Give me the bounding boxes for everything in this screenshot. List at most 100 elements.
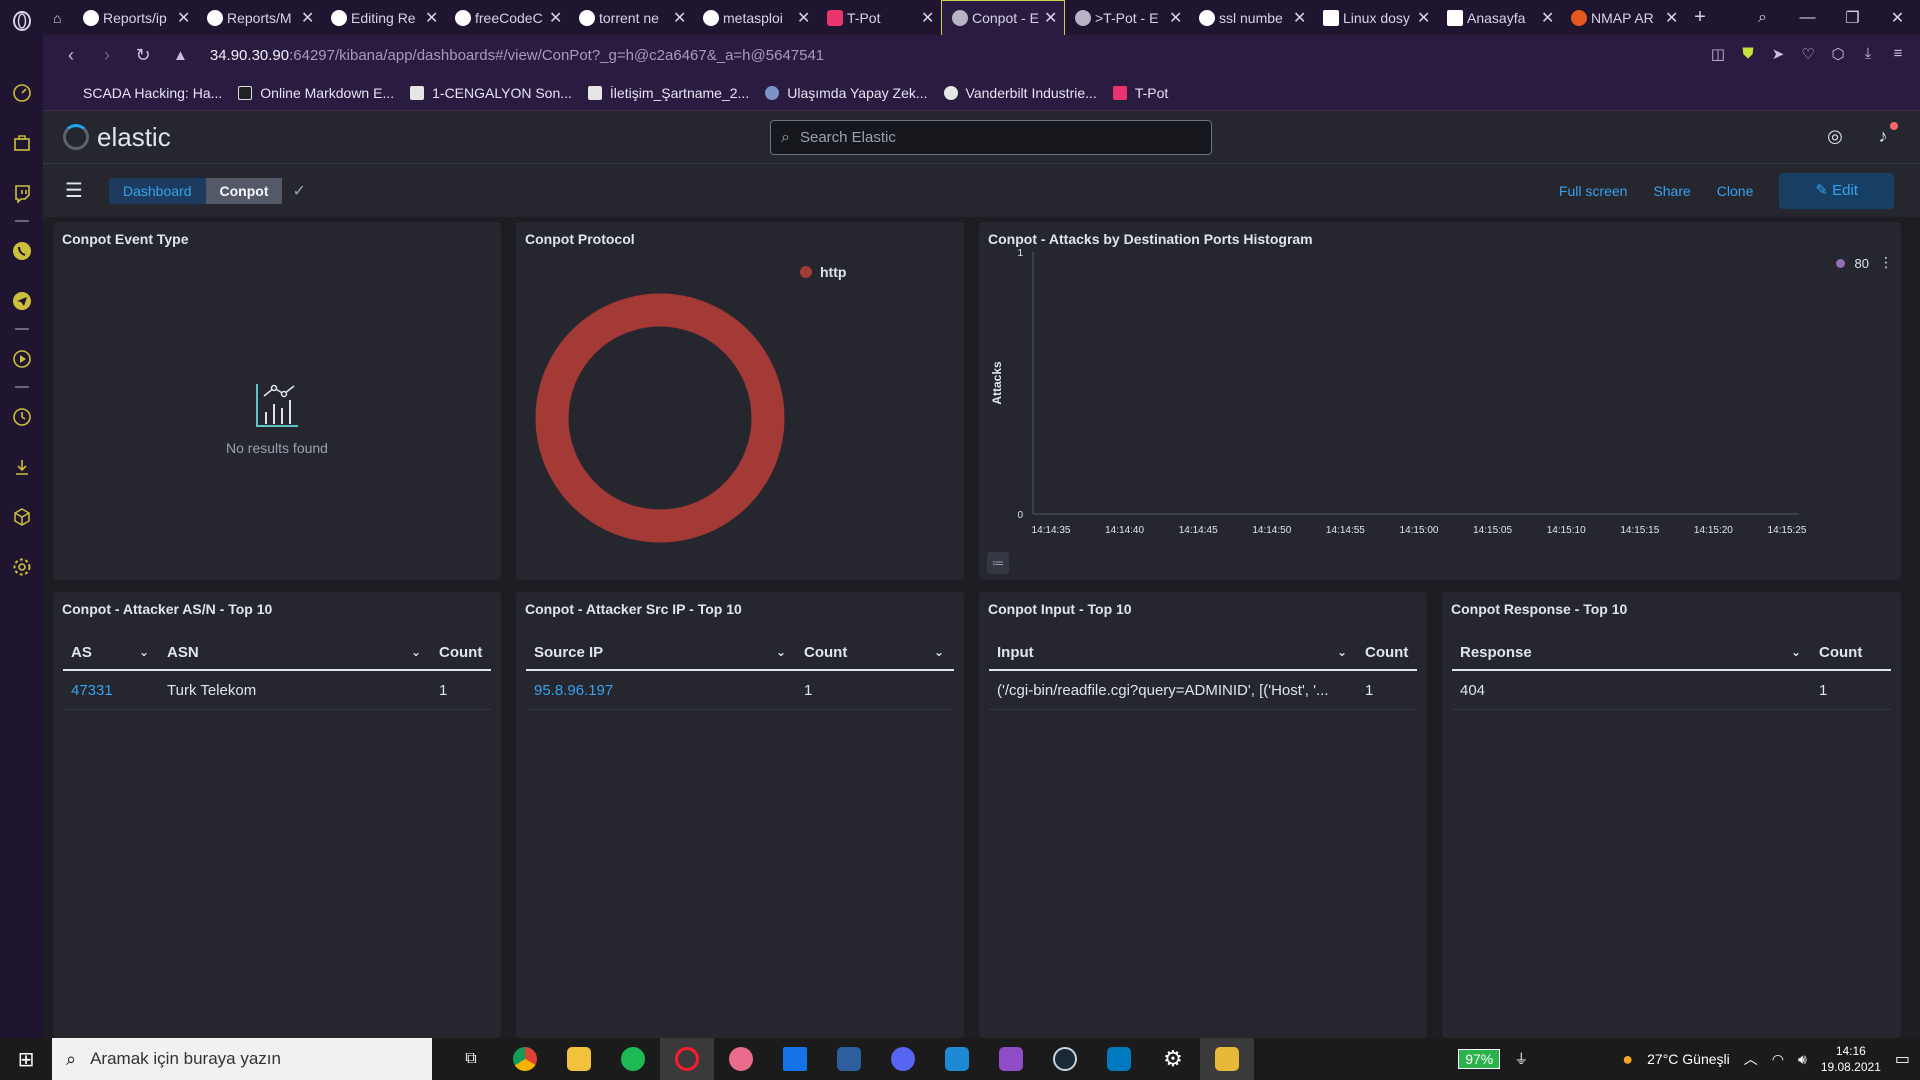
- close-icon[interactable]: ✕: [177, 8, 191, 28]
- workspaces-icon[interactable]: [11, 132, 33, 154]
- browser-tab[interactable]: ⌂: [43, 0, 73, 35]
- visual-studio-icon[interactable]: [984, 1038, 1038, 1080]
- column-header[interactable]: Count: [431, 644, 491, 661]
- hamburger-menu-icon[interactable]: ☰: [65, 178, 89, 203]
- extensions-icon[interactable]: [11, 506, 33, 528]
- pie-slice[interactable]: [535, 293, 785, 543]
- column-header[interactable]: Input ⌄: [989, 644, 1357, 661]
- chevron-down-icon[interactable]: ⌄: [776, 645, 786, 659]
- column-header[interactable]: Count: [1811, 644, 1891, 661]
- settings-icon[interactable]: ⚙: [1146, 1038, 1200, 1080]
- steam-icon[interactable]: [1038, 1038, 1092, 1080]
- browser-tab[interactable]: ssl numbe ✕: [1189, 0, 1313, 35]
- settings-gear-icon[interactable]: [11, 556, 33, 578]
- browser-tab[interactable]: Linux dosy ✕: [1313, 0, 1437, 35]
- chevron-up-icon[interactable]: ︿: [1744, 1049, 1758, 1069]
- close-icon[interactable]: ✕: [673, 8, 687, 28]
- trello-icon[interactable]: [1092, 1038, 1146, 1080]
- close-icon[interactable]: ✕: [301, 8, 315, 28]
- bookmark-item[interactable]: İletişim_Şartname_2...: [587, 85, 749, 101]
- taskbar-search-input[interactable]: [90, 1049, 411, 1069]
- browser-tab[interactable]: freeCodeC ✕: [445, 0, 569, 35]
- legend-label[interactable]: 80: [1855, 256, 1869, 271]
- browser-tab[interactable]: Reports/ip ✕: [73, 0, 197, 35]
- opera-logo-icon[interactable]: [11, 10, 33, 32]
- legend-swatch[interactable]: [1835, 259, 1845, 268]
- browser-tab-active[interactable]: Conpot - E ✕: [941, 0, 1065, 35]
- close-icon[interactable]: ✕: [425, 8, 439, 28]
- close-icon[interactable]: ✕: [1541, 8, 1555, 28]
- speed-dial-icon[interactable]: [11, 82, 33, 104]
- column-header[interactable]: AS ⌄: [63, 644, 159, 661]
- window-close-icon[interactable]: ✕: [1875, 8, 1920, 28]
- close-icon[interactable]: ✕: [1665, 8, 1679, 28]
- clock[interactable]: 14:16 19.08.2021: [1821, 1043, 1881, 1075]
- close-icon[interactable]: ✕: [1169, 8, 1183, 28]
- help-icon[interactable]: ◎: [1824, 126, 1846, 148]
- chevron-down-icon[interactable]: ⌄: [1791, 645, 1801, 659]
- column-header[interactable]: Response ⌄: [1452, 644, 1811, 661]
- whatsapp-icon[interactable]: [11, 240, 33, 262]
- history-icon[interactable]: [11, 406, 33, 428]
- bookmark-item[interactable]: Ulaşımda Yapay Zek...: [765, 85, 928, 101]
- search-input[interactable]: [799, 129, 1180, 146]
- close-icon[interactable]: ✕: [549, 8, 563, 28]
- legend-toggle-icon[interactable]: ≔: [987, 552, 1009, 574]
- close-icon[interactable]: ✕: [797, 8, 811, 28]
- opera-icon[interactable]: [660, 1038, 714, 1080]
- reload-icon[interactable]: ↻: [125, 45, 161, 66]
- restore-icon[interactable]: ❐: [1830, 8, 1875, 28]
- forward-icon[interactable]: ›: [89, 45, 125, 66]
- snipping-tool-icon[interactable]: [714, 1038, 768, 1080]
- chevron-down-icon[interactable]: ⌄: [1337, 645, 1347, 659]
- app-icon[interactable]: [1200, 1038, 1254, 1080]
- close-icon[interactable]: ✕: [921, 8, 935, 28]
- weather-text[interactable]: 27°C Güneşli: [1647, 1051, 1730, 1067]
- chevron-down-icon[interactable]: ⌄: [934, 645, 944, 659]
- new-tab-button[interactable]: +: [1685, 6, 1715, 29]
- column-header[interactable]: Count: [1357, 644, 1417, 661]
- share-button[interactable]: Share: [1653, 183, 1690, 199]
- edit-button[interactable]: ✎ Edit: [1779, 172, 1894, 209]
- close-icon[interactable]: ✕: [1293, 8, 1307, 28]
- bookmark-item[interactable]: SCADA Hacking: Ha...: [55, 85, 222, 101]
- wifi-icon[interactable]: ◠: [1772, 1051, 1784, 1068]
- breadcrumb-dashboard[interactable]: Dashboard: [109, 177, 206, 204]
- elastic-logo[interactable]: elastic: [63, 122, 171, 153]
- menu-icon[interactable]: ≡: [1888, 45, 1908, 65]
- spotify-icon[interactable]: [606, 1038, 660, 1080]
- full-screen-button[interactable]: Full screen: [1559, 183, 1627, 199]
- battery-indicator[interactable]: 97%: [1458, 1049, 1501, 1069]
- virtualbox-icon[interactable]: [822, 1038, 876, 1080]
- browser-tab[interactable]: T-Pot ✕: [817, 0, 941, 35]
- minimize-icon[interactable]: —: [1785, 9, 1830, 27]
- column-header[interactable]: ASN ⌄: [159, 644, 431, 661]
- task-view-icon[interactable]: ⧉: [444, 1038, 498, 1080]
- browser-tab[interactable]: metasploi ✕: [693, 0, 817, 35]
- url-field[interactable]: 34.90.30.90:64297/kibana/app/dashboards#…: [210, 47, 824, 64]
- bookmark-item[interactable]: 1-CENGALYON Son...: [410, 85, 572, 101]
- browser-tab[interactable]: Editing Re ✕: [321, 0, 445, 35]
- cube-icon[interactable]: ⬡: [1828, 45, 1848, 65]
- legend-swatch[interactable]: [800, 266, 812, 278]
- close-icon[interactable]: ✕: [1417, 8, 1431, 28]
- notification-icon[interactable]: ▭: [1895, 1049, 1910, 1069]
- clone-button[interactable]: Clone: [1717, 183, 1754, 199]
- player-icon[interactable]: [11, 348, 33, 370]
- column-header[interactable]: Count ⌄: [796, 644, 954, 661]
- usb-icon[interactable]: ⏚: [1514, 1049, 1528, 1069]
- bookmark-item[interactable]: Online Markdown E...: [238, 85, 394, 101]
- send-icon[interactable]: ➤: [1768, 45, 1788, 65]
- browser-tab[interactable]: Anasayfa ✕: [1437, 0, 1561, 35]
- browser-tab[interactable]: Reports/M ✕: [197, 0, 321, 35]
- telegram-icon[interactable]: [11, 290, 33, 312]
- adblock-shield-icon[interactable]: ⛊: [1738, 45, 1758, 65]
- camera-icon[interactable]: ◫: [1708, 45, 1728, 65]
- table-cell[interactable]: 47331: [63, 682, 159, 699]
- chevron-down-icon[interactable]: ⌄: [411, 645, 421, 659]
- close-icon[interactable]: ✕: [1044, 8, 1058, 28]
- discord-icon[interactable]: [876, 1038, 930, 1080]
- mail-icon[interactable]: [768, 1038, 822, 1080]
- column-header[interactable]: Source IP ⌄: [526, 644, 796, 661]
- warning-icon[interactable]: ▲: [173, 47, 188, 64]
